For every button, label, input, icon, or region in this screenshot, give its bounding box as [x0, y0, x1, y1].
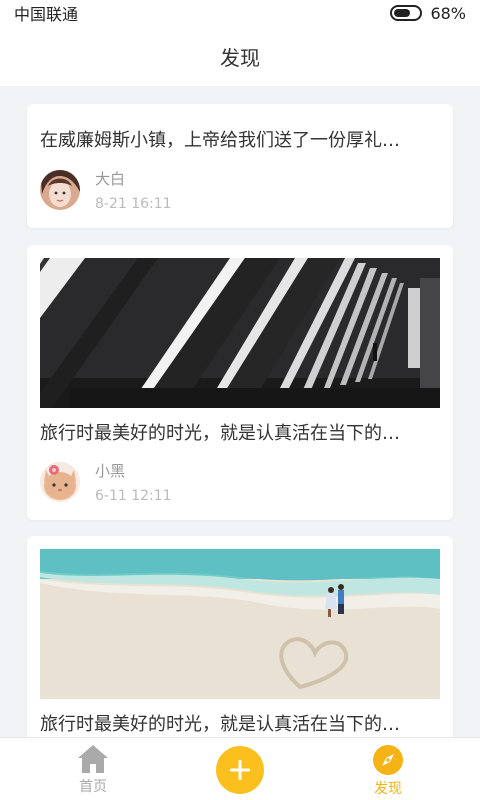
post-author[interactable]: 小黑 6-11 12:11 — [40, 460, 172, 504]
status-right: 68% — [390, 4, 466, 23]
home-icon — [78, 745, 108, 773]
compass-icon — [373, 745, 403, 775]
post-image[interactable] — [40, 258, 440, 408]
add-post-button[interactable] — [216, 746, 264, 794]
post-card[interactable]: 在威廉姆斯小镇，上帝给我们送了一份厚礼… 大白 8-21 16:11 — [27, 104, 453, 228]
post-title: 旅行时最美好的时光，就是认真活在当下的… — [40, 714, 400, 735]
tab-home-label: 首页 — [79, 779, 107, 795]
post-card[interactable]: 旅行时最美好的时光，就是认真活在当下的… — [27, 536, 453, 737]
post-time: 8-21 16:11 — [95, 196, 172, 212]
post-image[interactable] — [40, 549, 440, 699]
battery-percent: 68% — [430, 3, 466, 23]
post-author[interactable]: 大白 8-21 16:11 — [40, 168, 172, 212]
author-name: 大白 — [95, 170, 126, 188]
author-meta: 小黑 6-11 12:11 — [95, 460, 172, 504]
post-title: 旅行时最美好的时光，就是认真活在当下的… — [40, 423, 400, 444]
tab-home[interactable]: 首页 — [53, 744, 133, 800]
battery-icon — [390, 5, 423, 21]
status-bar: 中国联通 68% — [0, 0, 480, 26]
author-meta: 大白 8-21 16:11 — [95, 168, 172, 212]
discover-feed[interactable]: 在威廉姆斯小镇，上帝给我们送了一份厚礼… 大白 8-21 16:11 旅行时最美… — [0, 86, 480, 737]
tab-discover[interactable]: 发现 — [348, 744, 428, 800]
tab-discover-label: 发现 — [374, 781, 402, 797]
post-card[interactable]: 旅行时最美好的时光，就是认真活在当下的… 小黑 6-11 12:11 — [27, 245, 453, 520]
author-name: 小黑 — [95, 462, 126, 480]
tab-bar: 首页 发现 — [0, 737, 480, 800]
plus-icon — [230, 760, 250, 780]
carrier-name: 中国联通 — [14, 5, 79, 24]
title-bar: 发现 — [0, 26, 480, 86]
page-title: 发现 — [220, 45, 260, 70]
avatar[interactable] — [40, 170, 80, 210]
post-title: 在威廉姆斯小镇，上帝给我们送了一份厚礼… — [40, 130, 400, 151]
post-time: 6-11 12:11 — [95, 488, 172, 504]
avatar[interactable] — [40, 462, 80, 502]
